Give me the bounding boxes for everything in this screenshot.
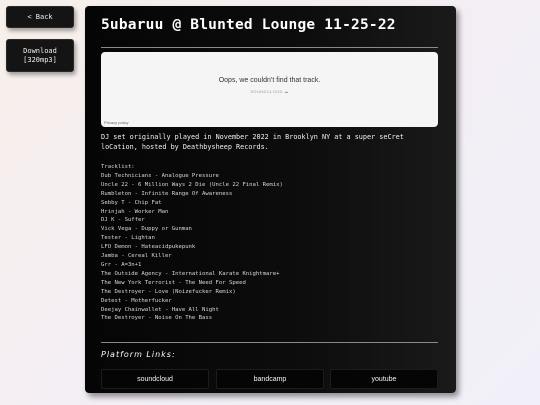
soundcloud-embed[interactable]: Oops, we couldn’t find that track. SOUND… bbox=[101, 52, 438, 127]
track-item: The Destroyer - Love (Noizefucker Remix) bbox=[101, 288, 236, 295]
youtube-link-button[interactable]: youtube bbox=[330, 369, 438, 389]
track-item: Uncle 22 - 6 Million Ways 2 Die (Uncle 2… bbox=[101, 181, 283, 188]
download-button[interactable]: Download [320mp3] bbox=[6, 39, 74, 72]
youtube-link-label: youtube bbox=[371, 375, 397, 383]
soundcloud-link-button[interactable]: soundcloud bbox=[101, 369, 209, 389]
title-divider bbox=[101, 47, 438, 48]
tracklist: Tracklist: Dub Technicians - Analogue Pr… bbox=[101, 163, 441, 323]
track-item: Grr - A=3n+1 bbox=[101, 261, 142, 268]
track-item: Tester - Lightan bbox=[101, 235, 155, 242]
content-panel: 5ubaruu @ Blunted Lounge 11-25-22 Oops, … bbox=[85, 6, 456, 393]
bandcamp-link-label: bandcamp bbox=[253, 375, 287, 383]
download-label: Download bbox=[23, 46, 57, 55]
track-item: Vick Vega - Duppy or Gunman bbox=[101, 226, 192, 233]
track-item: Hrinjah - Worker Man bbox=[101, 208, 169, 215]
track-item: Dub Technicians - Analogue Pressure bbox=[101, 172, 219, 179]
track-item: The New York Terrorist - The Need For Sp… bbox=[101, 279, 246, 286]
track-item: The Destroyer - Noise On The Bass bbox=[101, 315, 213, 322]
bandcamp-link-button[interactable]: bandcamp bbox=[216, 369, 324, 389]
track-item: LFO Demon - Hateacidpukepunk bbox=[101, 244, 196, 251]
track-item: Sebby T - Chip Fat bbox=[101, 199, 162, 206]
download-format-label: [320mp3] bbox=[23, 55, 57, 64]
tracklist-heading: Tracklist: bbox=[101, 164, 135, 170]
privacy-policy-link[interactable]: Privacy policy bbox=[104, 120, 128, 125]
soundcloud-logo: SOUNDCLOUD ☁ bbox=[250, 89, 289, 94]
track-item: Rumbleton - Infinite Range Of Awareness bbox=[101, 190, 233, 197]
track-item: The Outside Agency - International Karat… bbox=[101, 270, 280, 277]
track-item: Deejay Chainwallet - Have All Night bbox=[101, 306, 219, 313]
set-description: DJ set originally played in November 202… bbox=[101, 133, 404, 151]
back-button-label: < Back bbox=[27, 13, 53, 21]
embed-error-message: Oops, we couldn’t find that track. bbox=[218, 77, 321, 84]
platform-links-heading: Platform Links: bbox=[101, 350, 176, 359]
links-divider bbox=[101, 342, 438, 343]
track-item: Detest - Motherfucker bbox=[101, 297, 172, 304]
soundcloud-link-label: soundcloud bbox=[137, 375, 173, 383]
page-title: 5ubaruu @ Blunted Lounge 11-25-22 bbox=[101, 17, 396, 33]
track-item: DJ K - Suffer bbox=[101, 217, 145, 224]
track-item: Jamba - Cereal Killer bbox=[101, 253, 172, 260]
back-button[interactable]: < Back bbox=[6, 6, 74, 28]
